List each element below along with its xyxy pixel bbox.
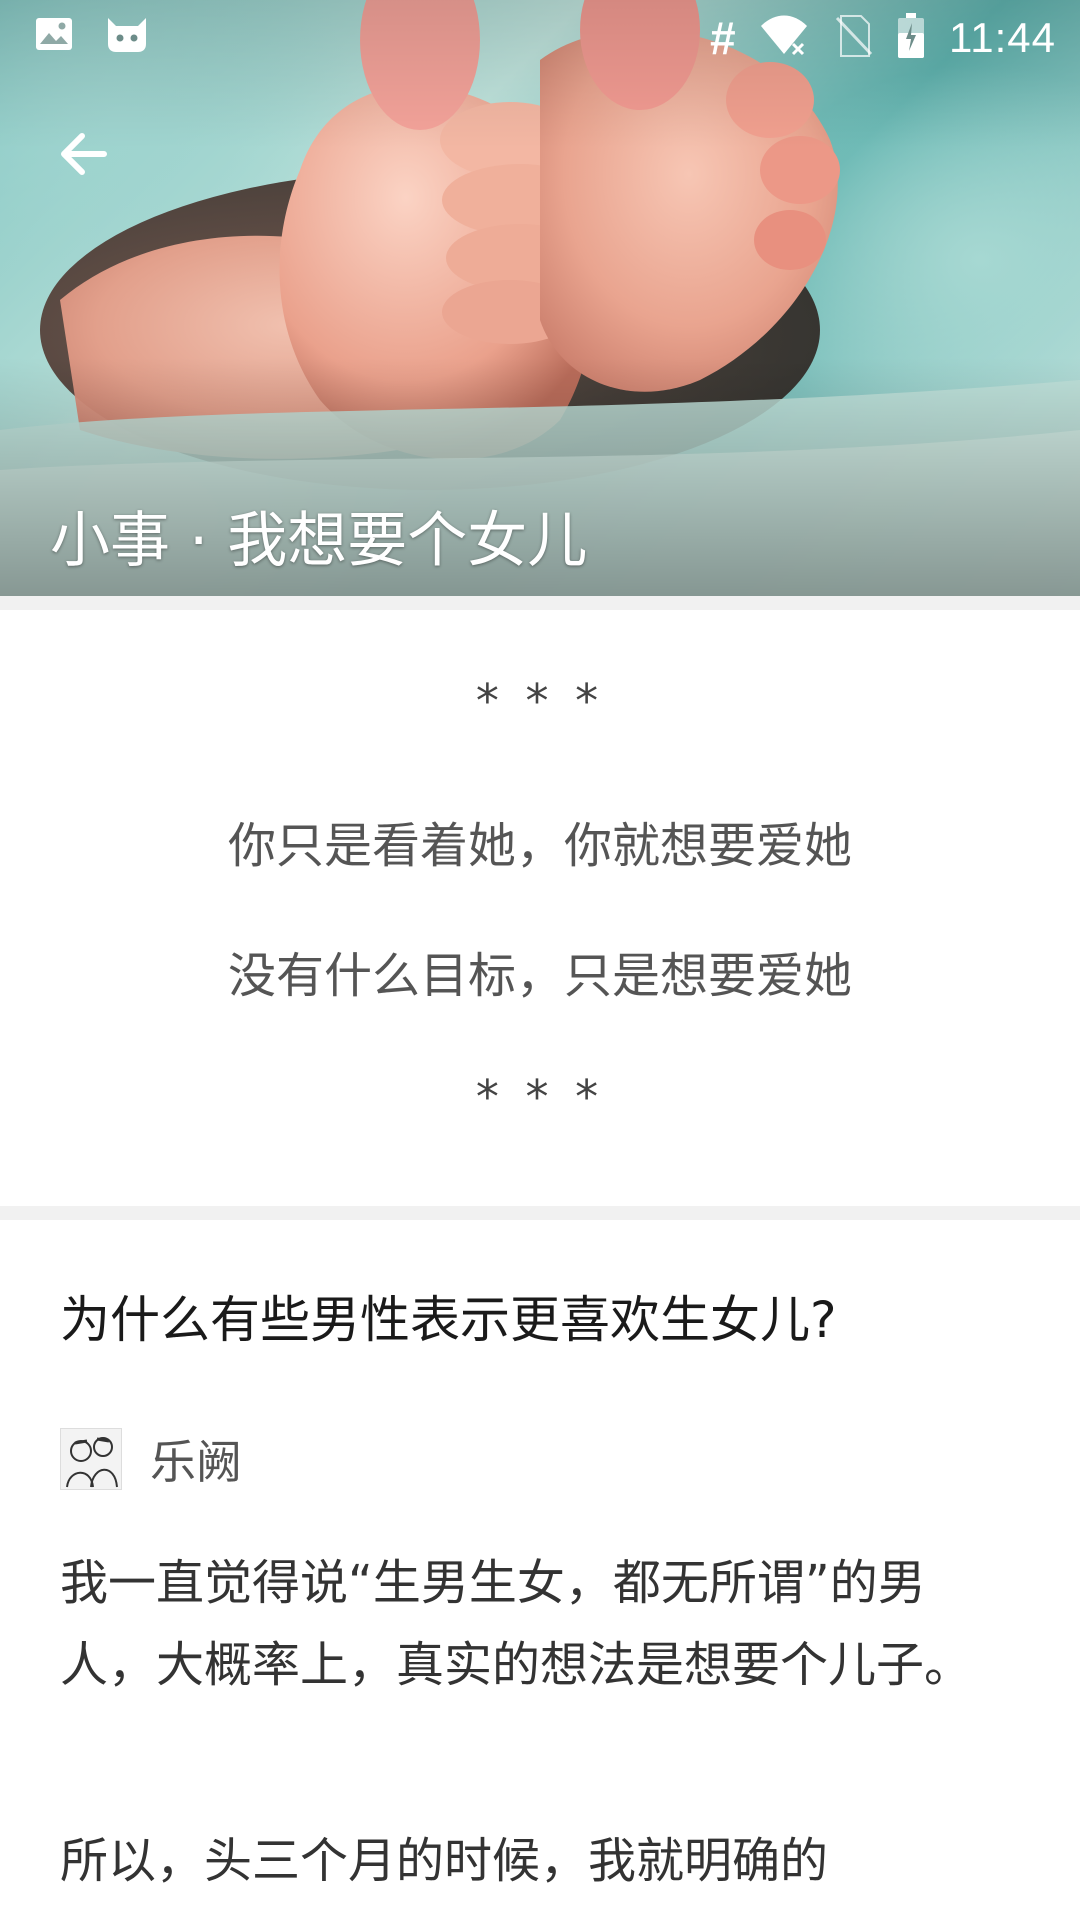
answer-card[interactable]: 为什么有些男性表示更喜欢生女儿? 乐阙 我一直觉得说“生男生女，都无所谓”的男人… (0, 1220, 1080, 1920)
clock: 11:44 (949, 14, 1056, 61)
back-button[interactable] (48, 118, 120, 190)
image-icon (34, 14, 74, 58)
hash-indicator: # (709, 12, 735, 64)
page-title: 小事 · 我想要个女儿 (50, 506, 588, 576)
cat-icon (104, 14, 150, 58)
wifi-icon (759, 14, 809, 62)
quote-card: * * * 你只是看着她，你就想要爱她 没有什么目标，只是想要爱她 * * * (0, 610, 1080, 1206)
quote-stars-top: * * * (475, 674, 605, 728)
divider (0, 1206, 1080, 1220)
author-row[interactable]: 乐阙 (60, 1426, 242, 1492)
no-sim-icon (833, 14, 873, 62)
quote-line-1: 你只是看着她，你就想要爱她 (227, 818, 852, 874)
avatar[interactable] (60, 1428, 122, 1490)
question-title[interactable]: 为什么有些男性表示更喜欢生女儿? (60, 1280, 1020, 1352)
answer-paragraph: 我一直觉得说“生男生女，都无所谓”的男人，大概率上，真实的想法是想要个儿子。 (60, 1555, 973, 1693)
status-bar: # 11:44 (0, 0, 1080, 75)
answer-paragraph: 所以，头三个月的时候，我就明确的 (60, 1833, 829, 1889)
divider (0, 596, 1080, 610)
quote-stars-bottom: * * * (475, 1070, 605, 1124)
author-name[interactable]: 乐阙 (150, 1426, 242, 1492)
arrow-left-icon (61, 133, 107, 175)
battery-icon (897, 13, 925, 63)
quote-line-2: 没有什么目标，只是想要爱她 (227, 948, 852, 1004)
